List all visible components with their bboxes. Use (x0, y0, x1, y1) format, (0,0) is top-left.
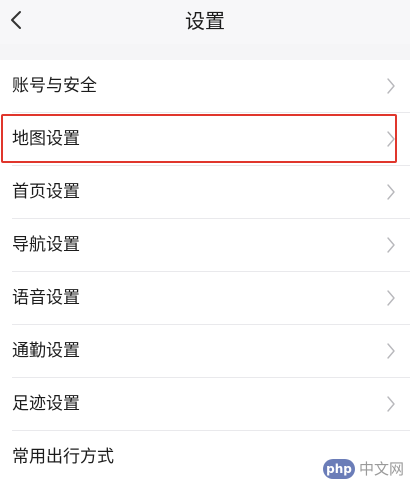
settings-item-label: 地图设置 (12, 129, 80, 149)
settings-list: 账号与安全 地图设置 首页设置 导航设置 语音设置 通勤设置 足迹设置 常用出行… (0, 60, 410, 484)
settings-item-label: 通勤设置 (12, 341, 80, 361)
watermark-logo: php (322, 459, 355, 479)
chevron-right-icon (387, 396, 395, 412)
settings-item-label: 常用出行方式 (12, 447, 114, 467)
chevron-right-icon (387, 290, 395, 306)
watermark-text: 中文网 (358, 460, 404, 478)
settings-item-voice-settings[interactable]: 语音设置 (0, 272, 410, 325)
chevron-right-icon (387, 184, 395, 200)
settings-item-label: 导航设置 (12, 235, 80, 255)
page-title: 设置 (185, 9, 225, 33)
settings-item-label: 账号与安全 (12, 76, 97, 96)
watermark: php 中文网 (322, 458, 404, 480)
settings-item-account-security[interactable]: 账号与安全 (0, 60, 410, 113)
chevron-right-icon (387, 78, 395, 94)
chevron-right-icon (387, 237, 395, 253)
settings-item-navigation-settings[interactable]: 导航设置 (0, 219, 410, 272)
watermark-badge-text: php (326, 462, 352, 476)
settings-item-label: 首页设置 (12, 182, 80, 202)
chevron-right-icon (387, 131, 395, 147)
settings-item-home-settings[interactable]: 首页设置 (0, 166, 410, 219)
settings-item-label: 语音设置 (12, 288, 80, 308)
settings-item-map-settings[interactable]: 地图设置 (0, 113, 410, 166)
nav-bar: 设置 (0, 0, 410, 44)
settings-item-footprint-settings[interactable]: 足迹设置 (0, 378, 410, 431)
settings-item-label: 足迹设置 (12, 394, 80, 414)
settings-item-commute-settings[interactable]: 通勤设置 (0, 325, 410, 378)
chevron-right-icon (387, 343, 395, 359)
